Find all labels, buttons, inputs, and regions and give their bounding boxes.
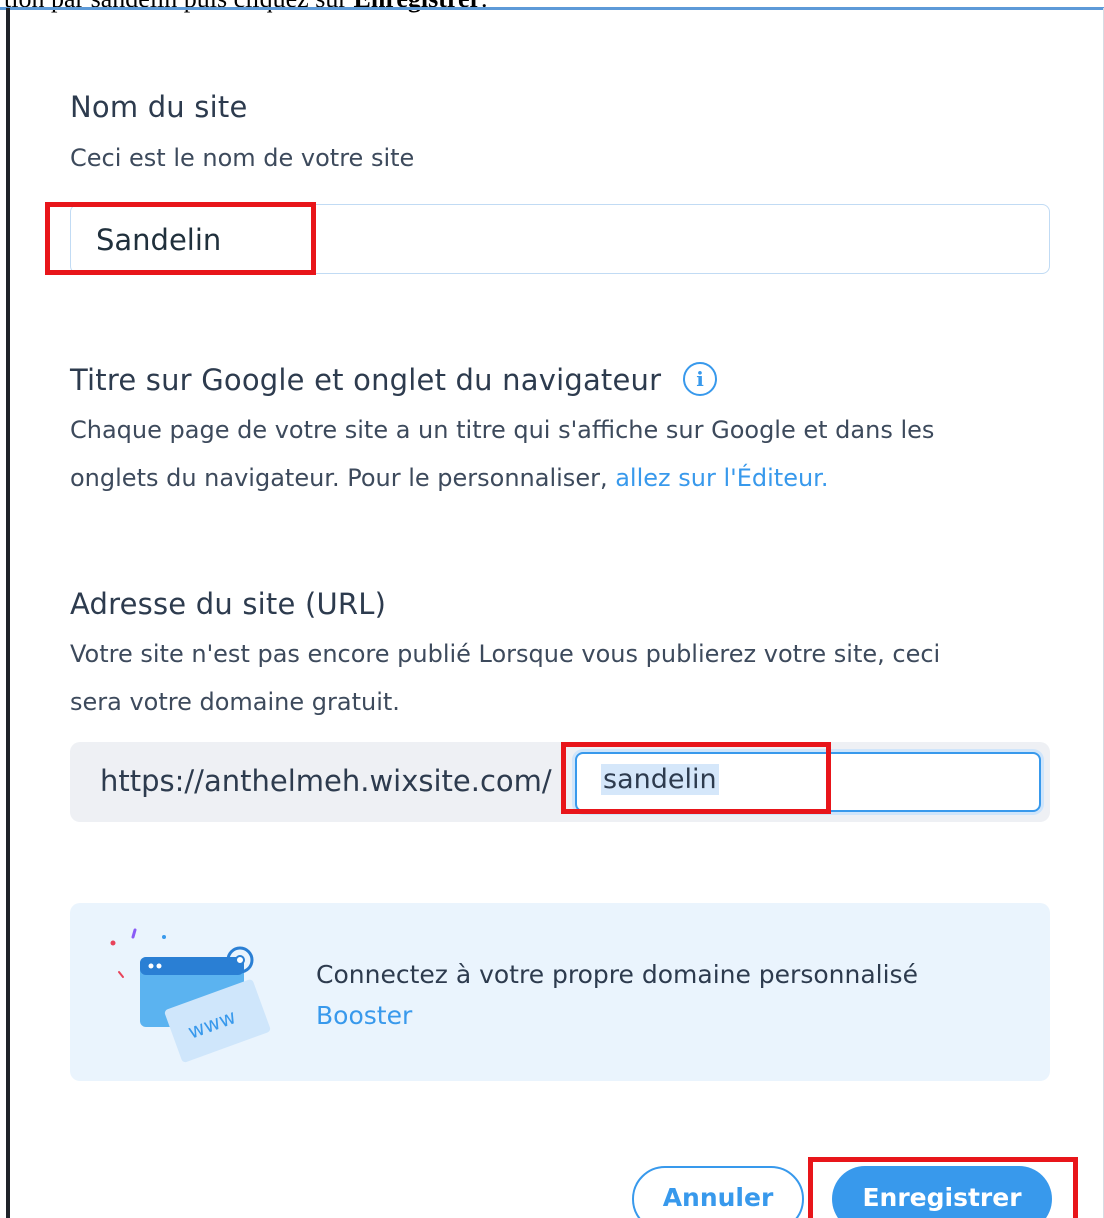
top-divider [0, 7, 1104, 10]
site-url-description-line1: Votre site n'est pas encore publié Lorsq… [70, 640, 941, 668]
url-prefix: https://anthelmeh.wixsite.com/ [100, 764, 552, 798]
seo-title-description-line2: onglets du navigateur. Pour le personnal… [70, 454, 828, 502]
site-url-description-line2: sera votre domaine gratuit. [70, 688, 400, 716]
url-field-row: https://anthelmeh.wixsite.com/ sandelin [70, 742, 1050, 822]
browser-www-icon: www [110, 928, 271, 1063]
editor-link[interactable]: allez sur l'Éditeur. [615, 464, 828, 492]
highlight-box-url [561, 742, 831, 814]
promo-text: Connectez à votre propre domaine personn… [316, 960, 918, 989]
booster-link[interactable]: Booster [316, 1001, 412, 1030]
cancel-button[interactable]: Annuler [632, 1166, 804, 1218]
seo-title-heading: Titre sur Google et onglet du navigateur [70, 363, 662, 397]
highlight-box-save [808, 1157, 1078, 1218]
site-name-title: Nom du site [70, 90, 248, 124]
highlight-box-site-name [45, 202, 316, 275]
left-border [6, 8, 10, 1218]
custom-domain-promo: www Connectez à votre propre domaine per… [70, 903, 1050, 1081]
seo-title-description-line1: Chaque page de votre site a un titre qui… [70, 416, 935, 444]
seo-title-description-text: onglets du navigateur. Pour le personnal… [70, 464, 616, 492]
site-settings-panel: tion par sandelin puis cliquez sur Enreg… [0, 0, 1104, 1218]
info-icon[interactable]: i [683, 362, 717, 396]
site-name-description: Ceci est le nom de votre site [70, 144, 415, 172]
site-url-title: Adresse du site (URL) [70, 587, 387, 621]
